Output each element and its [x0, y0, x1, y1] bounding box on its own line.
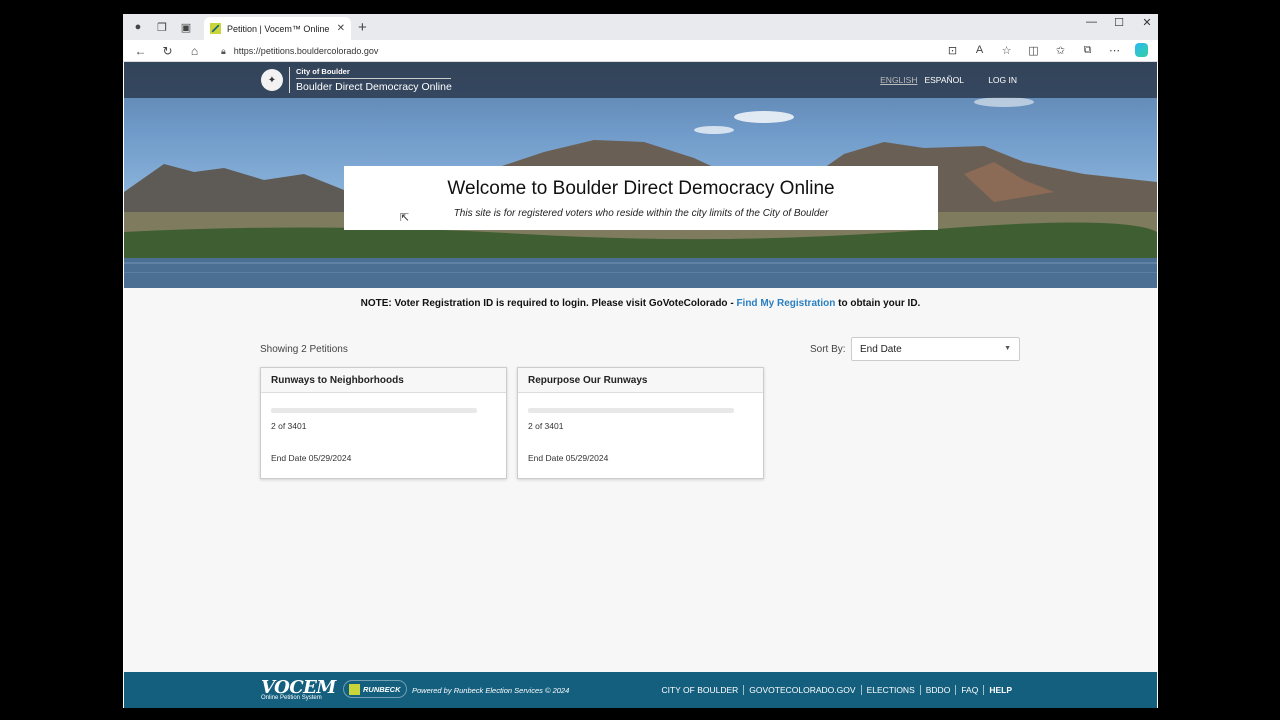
login-link[interactable]: LOG IN [988, 75, 1017, 85]
new-tab-icon[interactable]: + [358, 19, 367, 36]
hero-banner: ✦ City of Boulder Boulder Direct Democra… [124, 62, 1157, 288]
chevron-down-icon: ▼ [1004, 345, 1011, 352]
welcome-box: Welcome to Boulder Direct Democracy Onli… [344, 166, 938, 230]
sort-select[interactable]: End Date ▼ [851, 337, 1020, 361]
brand[interactable]: City of Boulder Boulder Direct Democracy… [289, 67, 452, 93]
petition-count: Showing 2 Petitions [260, 344, 348, 355]
read-aloud-icon[interactable]: A [973, 44, 986, 56]
home-icon[interactable]: ⌂ [188, 44, 201, 58]
favorites-icon[interactable]: ✩ [1054, 44, 1067, 57]
welcome-title: Welcome to Boulder Direct Democracy Onli… [447, 178, 835, 199]
runbeck-wordmark: RUNBECK [363, 684, 401, 694]
find-my-registration-link[interactable]: Find My Registration [736, 298, 835, 309]
app-available-icon[interactable]: ⊡ [946, 44, 959, 57]
address-bar: ← ↻ ⌂ 🔒︎ https://petitions.bouldercolora… [123, 40, 1158, 62]
sort-value: End Date [860, 344, 902, 355]
footer-link-govotecolorado[interactable]: GOVOTECOLORADO.GOV [743, 685, 860, 695]
footer-link-city-of-boulder[interactable]: CITY OF BOULDER [656, 685, 743, 695]
petition-end-date: End Date 05/29/2024 [271, 453, 352, 463]
minimize-icon[interactable]: — [1086, 16, 1097, 29]
site-name: Boulder Direct Democracy Online [296, 81, 452, 93]
petition-card[interactable]: Runways to Neighborhoods 2 of 3401 End D… [260, 367, 507, 479]
top-navigation: ✦ City of Boulder Boulder Direct Democra… [124, 62, 1157, 98]
runbeck-mark-icon [349, 683, 360, 695]
collections-icon[interactable]: ❐ [155, 20, 169, 34]
language-english-link[interactable]: ENGLISH [880, 75, 917, 85]
footer: VOCEM Online Petition System RUNBECK Pow… [124, 672, 1157, 708]
close-tab-icon[interactable]: ✕ [337, 23, 345, 34]
petition-signature-count: 2 of 3401 [528, 421, 564, 431]
profile-icon[interactable]: ● [131, 20, 145, 34]
collections-toolbar-icon[interactable]: ⧉ [1081, 44, 1094, 57]
vocem-logo[interactable]: VOCEM Online Petition System [261, 677, 336, 701]
footer-link-bddo[interactable]: BDDO [919, 685, 956, 695]
petition-signature-count: 2 of 3401 [271, 421, 307, 431]
browser-tab[interactable]: Petition | Vocem™ Online ✕ [204, 17, 351, 40]
url-field[interactable]: 🔒︎ https://petitions.bouldercolorado.gov [221, 43, 981, 59]
runbeck-logo[interactable]: RUNBECK [343, 680, 407, 698]
back-icon[interactable]: ← [134, 44, 147, 58]
footer-link-help[interactable]: HELP [983, 685, 1017, 695]
footer-link-elections[interactable]: ELECTIONS [860, 685, 920, 695]
language-espanol-link[interactable]: ESPAÑOL [924, 75, 964, 85]
tab-bar: ● ❐ ▣ Petition | Vocem™ Online ✕ + — ☐ ✕ [123, 14, 1158, 40]
footer-links: CITY OF BOULDER GOVOTECOLORADO.GOV ELECT… [656, 685, 1017, 695]
petition-progress-bar [271, 408, 477, 413]
petition-card[interactable]: Repurpose Our Runways 2 of 3401 End Date… [517, 367, 764, 479]
browser-window: ● ❐ ▣ Petition | Vocem™ Online ✕ + — ☐ ✕… [123, 14, 1158, 708]
petition-end-date: End Date 05/29/2024 [528, 453, 609, 463]
mouse-cursor-icon: ⇱ [400, 212, 410, 224]
sort-label: Sort By: [810, 344, 846, 355]
registration-note: NOTE: Voter Registration ID is required … [124, 298, 1157, 309]
page: ✦ City of Boulder Boulder Direct Democra… [124, 62, 1157, 708]
copilot-icon[interactable] [1135, 43, 1148, 57]
tab-title: Petition | Vocem™ Online [227, 23, 330, 34]
petition-title[interactable]: Repurpose Our Runways [518, 368, 763, 393]
note-prefix: NOTE: Voter Registration ID is required … [360, 298, 737, 309]
welcome-subtitle: This site is for registered voters who r… [453, 208, 829, 219]
petition-progress-bar [528, 408, 734, 413]
city-label: City of Boulder [296, 67, 451, 79]
city-seal-logo[interactable]: ✦ [261, 69, 283, 91]
maximize-icon[interactable]: ☐ [1114, 16, 1124, 29]
url-text: https://petitions.bouldercolorado.gov [233, 46, 379, 56]
petition-favicon [210, 23, 221, 34]
lock-icon: 🔒︎ [221, 45, 226, 56]
note-suffix: to obtain your ID. [835, 298, 921, 309]
split-screen-icon[interactable]: ◫ [1027, 44, 1040, 57]
favorite-star-icon[interactable]: ☆ [1000, 44, 1013, 57]
petition-title[interactable]: Runways to Neighborhoods [261, 368, 506, 393]
tab-actions-icon[interactable]: ▣ [179, 20, 193, 34]
footer-link-faq[interactable]: FAQ [955, 685, 983, 695]
close-window-icon[interactable]: ✕ [1142, 16, 1152, 29]
more-icon[interactable]: ⋯ [1108, 44, 1121, 57]
refresh-icon[interactable]: ↻ [161, 44, 174, 58]
powered-by: Powered by Runbeck Election Services © 2… [412, 686, 570, 695]
